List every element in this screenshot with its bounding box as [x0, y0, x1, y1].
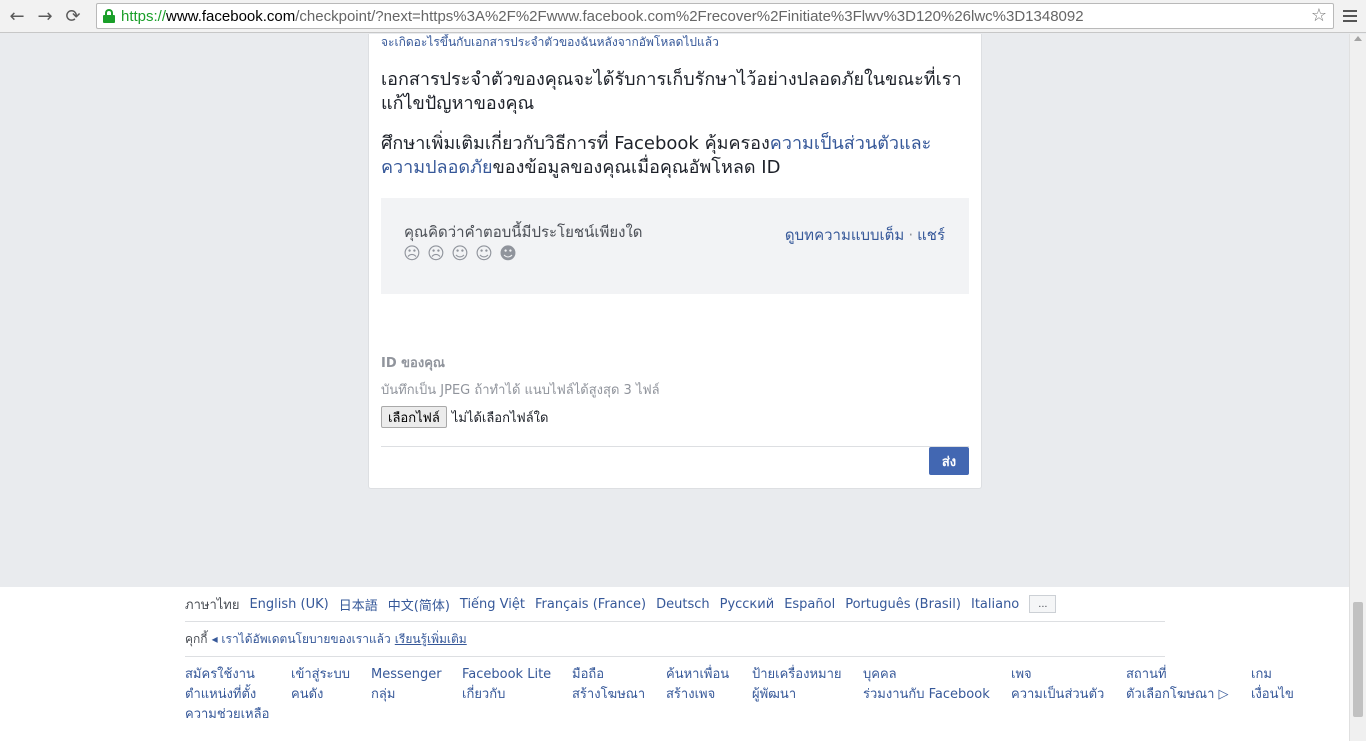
current-language: ภาษาไทย — [185, 597, 240, 613]
sad-face-icon[interactable]: ☹ — [427, 245, 445, 263]
footer-link[interactable]: เข้าสู่ระบบ — [291, 665, 350, 685]
footer-link[interactable]: ค้นหาเพื่อน — [666, 665, 729, 685]
footer-link-column: บุคคล ร่วมงานกับ Facebook — [863, 665, 990, 705]
para2-suffix: ของข้อมูลของคุณเมื่อคุณอัพโหลด ID — [492, 157, 781, 178]
language-link[interactable]: Русский — [720, 597, 775, 612]
language-link[interactable]: Français (France) — [535, 597, 646, 612]
footer-link[interactable]: เงื่อนไข — [1251, 685, 1294, 705]
footer-link[interactable]: สร้างเพจ — [666, 685, 729, 705]
cookie-notice: คุกกี้ ◂ เราได้อัพเดตนโยบายของเราแล้ว เร… — [185, 622, 1165, 657]
footer-link[interactable]: ความเป็นส่วนตัว — [1011, 685, 1104, 705]
policy-update-notice: ◂ เราได้อัพเดตนโยบายของเราแล้ว — [211, 631, 391, 646]
help-card: จะเกิดอะไรขึ้นกับเอกสารประจำตัวของฉันหลั… — [368, 34, 982, 489]
lock-icon — [103, 9, 115, 23]
share-link[interactable]: แชร์ — [917, 226, 945, 244]
forward-icon[interactable]: → — [31, 2, 59, 30]
separator-dot: · — [908, 226, 914, 244]
language-link[interactable]: Tiếng Việt — [460, 597, 525, 612]
footer-link[interactable]: สมัครใช้งาน — [185, 665, 269, 685]
bookmark-star-icon[interactable]: ☆ — [1311, 5, 1327, 26]
card-divider — [381, 446, 969, 447]
article-body: จะเกิดอะไรขึ้นกับเอกสารประจำตัวของฉันหลั… — [369, 34, 981, 180]
footer-link[interactable]: ป้ายเครื่องหมาย — [752, 665, 842, 685]
footer-link[interactable]: สถานที่ — [1126, 665, 1229, 685]
footer-link[interactable]: คนดัง — [291, 685, 350, 705]
footer-link[interactable]: กลุ่ม — [371, 685, 442, 705]
language-list: ภาษาไทย English (UK) 日本語 中文(简体) Tiếng Việt Fr… — [185, 587, 1165, 622]
language-link[interactable]: 中文(简体) — [388, 595, 450, 614]
footer-link-column: เพจ ความเป็นส่วนตัว — [1011, 665, 1104, 705]
article-paragraph-2: ศึกษาเพิ่มเติมเกี่ยวกับวิธีการที่ Facebo… — [381, 132, 969, 180]
rating-faces: ☹ ☹ ☺ ☺ ☻ — [403, 245, 517, 263]
cookie-label: คุกกี้ — [185, 631, 208, 646]
footer-link-column: เกม เงื่อนไข — [1251, 665, 1294, 705]
footer-link[interactable]: บุคคล — [863, 665, 990, 685]
url-scheme: https:// — [121, 7, 167, 25]
smile-face-icon[interactable]: ☺ — [475, 245, 493, 263]
related-question-link[interactable]: จะเกิดอะไรขึ้นกับเอกสารประจำตัวของฉันหลั… — [381, 34, 969, 52]
footer-link[interactable]: เกม — [1251, 665, 1294, 685]
neutral-face-icon[interactable]: ☺ — [451, 245, 469, 263]
upload-section: ID ของคุณ บันทึกเป็น JPEG ถ้าทำได้ แนบไฟ… — [381, 352, 969, 428]
file-status-text: ไม่ได้เลือกไฟล์ใด — [451, 410, 549, 426]
footer-link[interactable]: เพจ — [1011, 665, 1104, 685]
footer-link[interactable]: ความช่วยเหลือ — [185, 705, 269, 725]
footer-link-column: Facebook Lite เกี่ยวกับ — [462, 665, 551, 705]
footer-link-column: สมัครใช้งาน ตำแหน่งที่ตั้ง ความช่วยเหลือ — [185, 665, 269, 725]
footer-link[interactable]: Messenger — [371, 665, 442, 685]
browser-toolbar: ← → ⟳ https://www.facebook.com/checkpoin… — [0, 0, 1366, 33]
reload-icon[interactable]: ⟳ — [59, 2, 87, 30]
upload-title: ID ของคุณ — [381, 356, 445, 371]
footer-link[interactable]: เกี่ยวกับ — [462, 685, 551, 705]
article-paragraph-1: เอกสารประจำตัวของคุณจะได้รับการเก็บรักษา… — [381, 69, 962, 114]
footer-link[interactable]: สร้างโฆษณา — [572, 685, 645, 705]
send-button[interactable]: ส่ง — [929, 447, 969, 475]
footer-link-column: ค้นหาเพื่อน สร้างเพจ — [666, 665, 729, 705]
footer-link-column: Messenger กลุ่ม — [371, 665, 442, 705]
scrollbar-thumb[interactable] — [1353, 602, 1363, 717]
file-input-row: เลือกไฟล์ ไม่ได้เลือกไฟล์ใด — [381, 406, 969, 428]
page-footer: ภาษาไทย English (UK) 日本語 中文(简体) Tiếng Việt Fr… — [0, 587, 1349, 741]
footer-link[interactable]: ร่วมงานกับ Facebook — [863, 685, 990, 705]
language-link[interactable]: English (UK) — [249, 597, 328, 612]
view-full-article-link[interactable]: ดูบทความแบบเต็ม — [785, 226, 904, 244]
feedback-box: คุณคิดว่าคำตอบนี้มีประโยชน์เพียงใด ☹ ☹ ☺… — [381, 198, 969, 294]
address-bar[interactable]: https://www.facebook.com/checkpoint/?nex… — [96, 3, 1334, 29]
footer-content: ภาษาไทย English (UK) 日本語 中文(简体) Tiếng Việt Fr… — [185, 587, 1294, 737]
choose-file-button[interactable]: เลือกไฟล์ — [381, 406, 447, 428]
url-text[interactable]: https://www.facebook.com/checkpoint/?nex… — [121, 8, 1084, 25]
footer-links: สมัครใช้งาน ตำแหน่งที่ตั้ง ความช่วยเหลือ เข… — [185, 657, 1294, 737]
url-host: www.facebook.com — [166, 7, 296, 25]
footer-link-column: มือถือ สร้างโฆษณา — [572, 665, 645, 705]
back-icon[interactable]: ← — [3, 2, 31, 30]
big-smile-face-icon[interactable]: ☻ — [499, 245, 517, 263]
footer-link[interactable]: ตัวเลือกโฆษณา ▷ — [1126, 685, 1229, 705]
footer-link[interactable]: มือถือ — [572, 665, 645, 685]
language-link[interactable]: Português (Brasil) — [845, 597, 961, 612]
footer-link[interactable]: Facebook Lite — [462, 665, 551, 685]
browser-menu-icon[interactable] — [1338, 3, 1362, 29]
url-path: /checkpoint/?next=https%3A%2F%2Fwww.face… — [295, 7, 1084, 25]
footer-link[interactable]: ผู้พัฒนา — [752, 685, 842, 705]
learn-more-link[interactable]: เรียนรู้เพิ่มเติม — [395, 630, 467, 649]
language-link[interactable]: Deutsch — [656, 597, 710, 612]
upload-hint: บันทึกเป็น JPEG ถ้าทำได้ แนบไฟล์ได้สูงสุ… — [381, 383, 660, 398]
feedback-links: ดูบทความแบบเต็ม · แชร์ — [785, 223, 945, 247]
scroll-up-icon[interactable] — [1354, 36, 1362, 41]
language-link[interactable]: Español — [784, 597, 835, 612]
language-link[interactable]: 日本語 — [339, 595, 378, 614]
more-languages-button[interactable]: ... — [1029, 595, 1057, 613]
footer-link-column: สถานที่ ตัวเลือกโฆษณา ▷ — [1126, 665, 1229, 705]
para2-prefix: ศึกษาเพิ่มเติมเกี่ยวกับวิธีการที่ Facebo… — [381, 133, 770, 154]
feedback-question: คุณคิดว่าคำตอบนี้มีประโยชน์เพียงใด — [404, 223, 643, 241]
language-link[interactable]: Italiano — [971, 597, 1019, 612]
very-sad-face-icon[interactable]: ☹ — [403, 245, 421, 263]
footer-link[interactable]: ตำแหน่งที่ตั้ง — [185, 685, 269, 705]
footer-link-column: ป้ายเครื่องหมาย ผู้พัฒนา — [752, 665, 842, 705]
footer-link-column: เข้าสู่ระบบ คนดัง — [291, 665, 350, 705]
page-scrollbar[interactable] — [1349, 34, 1366, 741]
